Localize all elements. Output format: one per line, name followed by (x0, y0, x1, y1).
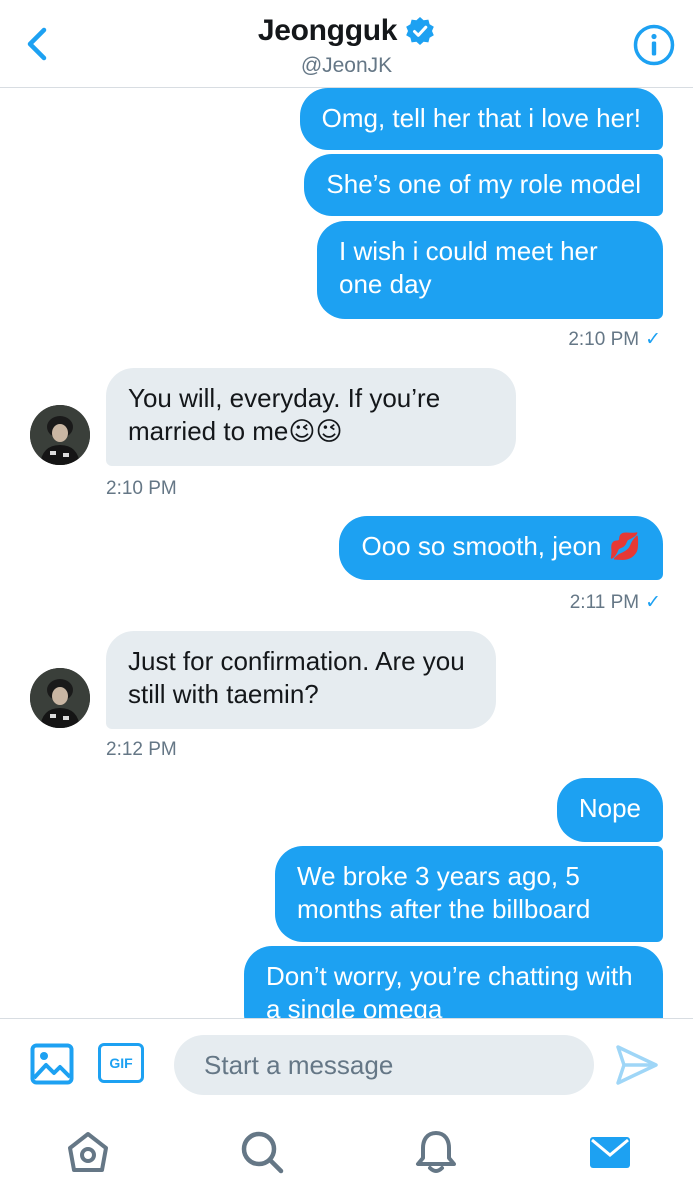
conversation-header: Jeongguk @JeonJK (0, 0, 693, 88)
message-input[interactable] (174, 1035, 594, 1095)
conversation-title-block[interactable]: Jeongguk @JeonJK (0, 14, 693, 78)
avatar[interactable] (30, 668, 90, 728)
read-check-icon: ✓ (645, 592, 661, 613)
home-icon[interactable] (64, 1128, 112, 1176)
bottom-tab-bar (0, 1106, 693, 1200)
message-text: I wish i could meet her one day (339, 236, 598, 299)
message-timestamp: 2:11 PM ✓ (570, 591, 661, 614)
message-bubble-outgoing[interactable]: Ooo so smooth, jeon 💋 (339, 516, 663, 580)
notifications-bell-icon[interactable] (412, 1128, 460, 1176)
info-icon[interactable] (633, 24, 675, 66)
read-check-icon: ✓ (645, 329, 661, 350)
avatar-image (30, 668, 90, 728)
contact-handle: @JeonJK (300, 54, 393, 77)
message-timestamp: 2:12 PM (106, 739, 177, 760)
message-bubble-outgoing[interactable]: We broke 3 years ago, 5 months after the… (275, 846, 663, 942)
image-icon[interactable] (30, 1043, 74, 1085)
message-text: Just for confirmation. Are you still wit… (128, 646, 465, 709)
contact-name: Jeongguk (257, 14, 398, 47)
message-bubble-incoming[interactable]: Just for confirmation. Are you still wit… (106, 631, 496, 729)
verified-badge-icon (406, 17, 434, 45)
message-composer: GIF (0, 1018, 693, 1106)
message-bubble-outgoing[interactable]: Nope (556, 778, 663, 842)
message-bubble-outgoing[interactable]: Omg, tell her that i love her! (299, 88, 663, 150)
message-bubble-outgoing[interactable]: Don’t worry, you’re chatting with a sing… (244, 946, 663, 1018)
message-timestamp: 2:10 PM (106, 478, 177, 499)
message-text: Ooo so smooth, jeon 💋 (361, 531, 641, 561)
messages-envelope-icon[interactable] (586, 1128, 634, 1176)
search-icon[interactable] (238, 1128, 286, 1176)
avatar[interactable] (30, 405, 90, 465)
message-text: Don’t worry, you’re chatting with a sing… (266, 961, 633, 1018)
message-bubble-incoming[interactable]: You will, everyday. If you’re married to… (106, 368, 516, 466)
message-text: She’s one of my role model (326, 169, 641, 199)
gif-label: GIF (109, 1055, 133, 1071)
message-bubble-outgoing[interactable]: I wish i could meet her one day (317, 221, 663, 319)
gif-icon[interactable]: GIF (98, 1043, 144, 1083)
send-icon[interactable] (614, 1043, 660, 1087)
message-text: We broke 3 years ago, 5 months after the… (297, 861, 591, 924)
message-text: Omg, tell her that i love her! (321, 103, 641, 133)
message-text: Nope (578, 793, 641, 823)
timestamp-text: 2:11 PM (569, 592, 640, 613)
message-text: You will, everyday. If you’re married to… (128, 383, 441, 446)
timestamp-text: 2:10 PM (568, 329, 640, 350)
message-timestamp: 2:10 PM ✓ (568, 328, 661, 351)
message-bubble-outgoing[interactable]: She’s one of my role model (304, 154, 663, 216)
avatar-image (30, 405, 90, 465)
message-thread[interactable]: Omg, tell her that i love her! She’s one… (0, 88, 693, 1018)
